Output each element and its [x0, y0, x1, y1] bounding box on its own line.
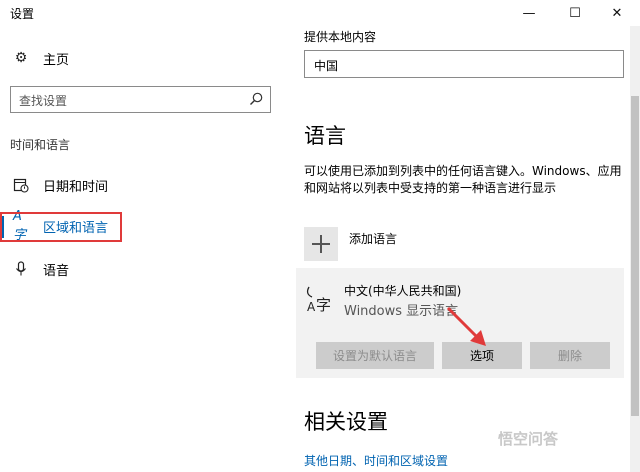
- section-header: 时间和语言: [10, 138, 71, 152]
- plus-icon: [304, 227, 338, 261]
- sidebar: ⚙ 主页 查找设置 时间和语言 日期和时间 A字 区域和语言 语音: [0, 26, 286, 472]
- minimize-button[interactable]: —: [506, 0, 552, 26]
- country-select[interactable]: 中国: [304, 50, 624, 78]
- watermark: 悟空问答: [498, 430, 559, 448]
- search-input[interactable]: 查找设置: [10, 86, 271, 113]
- maximize-button[interactable]: ☐: [552, 0, 598, 26]
- sidebar-item-speech[interactable]: 语音: [0, 251, 286, 287]
- search-placeholder: 查找设置: [19, 94, 68, 108]
- calendar-clock-icon: [13, 177, 29, 193]
- add-language-button[interactable]: 添加语言: [304, 226, 397, 262]
- country-value: 中国: [314, 59, 339, 73]
- language-description: 可以使用已添加到列表中的任何语言键入。Windows、应用和网站将以列表中受支持…: [304, 164, 622, 195]
- close-button[interactable]: ✕: [594, 0, 640, 26]
- related-settings-heading: 相关设置: [304, 410, 388, 434]
- main-content: 提供本地内容 中国 语言 可以使用已添加到列表中的任何语言键入。Windows、…: [286, 26, 630, 472]
- language-name: 中文(中华人民共和国): [344, 284, 462, 298]
- gear-icon: ⚙: [14, 50, 28, 66]
- add-language-label: 添加语言: [349, 231, 398, 246]
- scrollbar-thumb[interactable]: [631, 96, 639, 416]
- local-content-label: 提供本地内容: [304, 30, 377, 44]
- sidebar-item-label: 日期和时间: [43, 179, 109, 195]
- remove-button[interactable]: 删除: [530, 342, 610, 369]
- svg-text:字: 字: [316, 296, 331, 314]
- related-settings-link[interactable]: 其他日期、时间和区域设置: [304, 452, 448, 469]
- annotation-arrow-icon: [446, 306, 486, 346]
- home-label: 主页: [43, 52, 70, 68]
- sidebar-item-label: 语音: [43, 263, 70, 279]
- sidebar-item-home[interactable]: ⚙ 主页: [0, 40, 286, 76]
- language-icon: A 字: [306, 286, 331, 314]
- sidebar-item-date-time[interactable]: 日期和时间: [0, 167, 286, 203]
- annotation-highlight-box: [0, 212, 122, 242]
- window-title: 设置: [10, 7, 35, 21]
- search-icon: [250, 92, 263, 105]
- svg-text:A: A: [307, 300, 316, 314]
- language-subtitle: Windows 显示语言: [344, 304, 459, 319]
- set-default-button[interactable]: 设置为默认语言: [316, 342, 434, 369]
- microphone-icon: [13, 261, 29, 277]
- language-heading: 语言: [304, 124, 346, 148]
- title-bar: 设置 — ☐ ✕: [0, 0, 640, 26]
